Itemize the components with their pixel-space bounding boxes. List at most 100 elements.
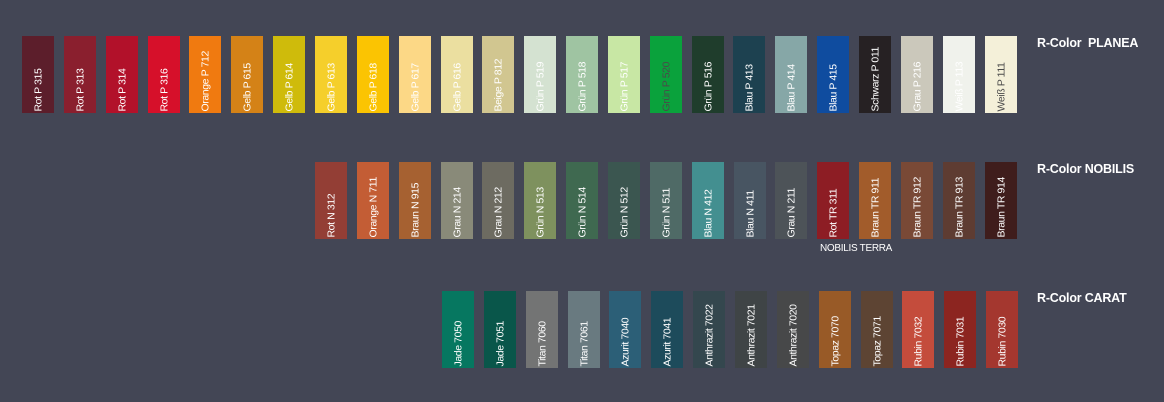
swatch-label: Titan 7061	[578, 320, 591, 366]
color-swatch: Grün N 514	[566, 162, 599, 239]
color-swatch: Anthrazit 7022	[693, 291, 726, 368]
swatch-label: Braun TR 913	[953, 176, 966, 237]
swatch-label: Grün N 514	[576, 186, 589, 237]
color-swatch: Jade 7051	[483, 291, 516, 368]
color-swatch: Grün P 519	[524, 36, 557, 113]
color-swatch: Grün P 516	[691, 36, 724, 113]
color-swatch: Gelb P 617	[398, 36, 431, 113]
color-swatch: Blau N 412	[691, 162, 724, 239]
color-swatch: Blau N 411	[733, 162, 766, 239]
color-swatch: Weiß P 111	[984, 36, 1017, 113]
swatch-label: Rot P 316	[158, 68, 171, 111]
color-swatch: Rot N 312	[315, 162, 347, 239]
color-swatch: Gelb P 616	[440, 36, 473, 113]
color-swatch: Rubin 7030	[986, 291, 1019, 368]
color-swatch: Braun TR 913	[942, 162, 975, 239]
color-swatch: Grün N 512	[607, 162, 640, 239]
color-swatch: Orange P 712	[189, 36, 222, 113]
color-swatch: Grün P 517	[607, 36, 640, 113]
swatch-label: Weiß P 111	[995, 62, 1008, 111]
swatch-label: Grau P 216	[911, 61, 924, 111]
swatch-label: Topaz 7071	[871, 315, 883, 366]
color-swatch: Titan 7060	[525, 291, 558, 368]
color-swatch: Grau N 211	[775, 162, 808, 239]
swatch-label: Grau N 212	[492, 186, 505, 237]
color-swatch: Gelb P 613	[314, 36, 347, 113]
color-swatch: Rot TR 311	[817, 162, 850, 239]
terra-sub-label: NOBILIS TERRA	[820, 243, 893, 254]
swatch-label: Rubin 7030	[996, 316, 1009, 366]
planea-row: Rot P 315 Rot P 313 Rot P 314 Rot P 316 Oran…	[0, 36, 1164, 116]
color-swatch: Orange N 711	[356, 162, 389, 239]
color-swatch: Gelb P 618	[356, 36, 389, 113]
swatch-label: Titan 7060	[536, 320, 549, 366]
color-swatch: Grau N 214	[440, 162, 473, 239]
swatch-label: Grün P 520	[660, 61, 673, 111]
color-swatch: Gelb P 614	[273, 36, 306, 113]
color-swatch: Jade 7050	[442, 291, 474, 368]
swatch-label: Gelb P 616	[451, 62, 463, 111]
color-swatch: Rot P 315	[22, 36, 54, 113]
color-swatch: Grau P 216	[900, 36, 933, 113]
color-swatch: Braun N 915	[398, 162, 431, 239]
color-swatch: Rot P 314	[105, 36, 138, 113]
swatch-label: Rot TR 311	[827, 188, 840, 237]
color-swatch: Anthrazit 7021	[734, 291, 767, 368]
swatch-label: Blau N 412	[702, 189, 715, 237]
carat-row: Jade 7050 Jade 7051 Titan 7060 Titan 7061 Az…	[0, 291, 1164, 371]
color-swatch: Beige P 812	[482, 36, 515, 113]
color-swatch: Rot P 313	[63, 36, 96, 113]
swatch-label: Grau N 214	[451, 186, 464, 237]
swatch-label: Orange P 712	[199, 50, 212, 111]
swatch-label: Rot N 312	[325, 193, 338, 237]
color-swatch: Grün P 518	[566, 36, 599, 113]
color-swatch: Grau N 212	[482, 162, 515, 239]
color-swatch: Rot P 316	[147, 36, 180, 113]
swatch-label: Grün N 512	[618, 186, 631, 237]
swatch-label: Weiß P 113	[953, 61, 966, 111]
swatch-label: Gelb P 613	[325, 62, 338, 111]
swatch-label: Grün N 513	[534, 186, 547, 237]
swatch-label: Braun TR 914	[995, 176, 1008, 237]
swatch-label: Grün P 517	[618, 61, 631, 111]
color-swatch: Topaz 7070	[818, 291, 851, 368]
color-swatch: Gelb P 615	[231, 36, 264, 113]
swatch-label: Braun TR 911	[869, 177, 882, 237]
color-swatch: Rubin 7032	[902, 291, 935, 368]
swatch-label: Braun N 915	[409, 182, 422, 237]
color-swatch: Rubin 7031	[944, 291, 977, 368]
color-swatch: Blau P 415	[817, 36, 850, 113]
swatch-label: Azurit 7040	[619, 317, 632, 366]
swatch-label: Jade 7051	[494, 320, 507, 366]
color-swatch: Grün P 520	[649, 36, 682, 113]
color-swatch: Titan 7061	[567, 291, 600, 368]
swatch-label: Braun TR 912	[911, 176, 924, 237]
swatch-label: Gelb P 618	[367, 62, 380, 111]
color-swatch: Azurit 7040	[609, 291, 642, 368]
color-swatch: Braun TR 912	[900, 162, 933, 239]
swatch-label: Gelb P 614	[283, 62, 296, 111]
swatch-label: Topaz 7070	[829, 315, 842, 366]
swatch-label: Rubin 7032	[912, 316, 925, 366]
color-swatch: Braun TR 914	[984, 162, 1017, 239]
swatch-label: Anthrazit 7022	[703, 303, 716, 366]
color-swatch: Schwarz P 011	[859, 36, 891, 113]
swatch-label: Blau P 415	[827, 63, 840, 111]
swatch-label: Rot P 315	[32, 68, 45, 111]
nobilis-row: Rot N 312 Orange N 711 Braun N 915 Grau N 2…	[0, 162, 1164, 254]
swatch-label: Grün P 516	[702, 61, 715, 111]
color-swatch: Blau P 413	[733, 36, 766, 113]
color-swatch: Blau P 414	[775, 36, 808, 113]
swatch-label: Grün P 519	[534, 61, 547, 111]
swatch-label: Grün N 511	[660, 187, 673, 238]
swatch-label: Blau N 411	[744, 189, 756, 237]
swatch-label: Rot P 313	[74, 68, 87, 111]
color-swatch: Anthrazit 7020	[776, 291, 809, 368]
swatch-label: Schwarz P 011	[869, 46, 882, 111]
swatch-label: Anthrazit 7020	[787, 303, 800, 366]
swatch-label: Blau P 413	[743, 63, 756, 111]
swatch-label: Jade 7050	[452, 320, 465, 366]
swatch-label: Orange N 711	[367, 176, 380, 237]
swatch-label: Beige P 812	[492, 58, 505, 111]
collection-title: R-Color PLANEA	[1037, 36, 1139, 50]
